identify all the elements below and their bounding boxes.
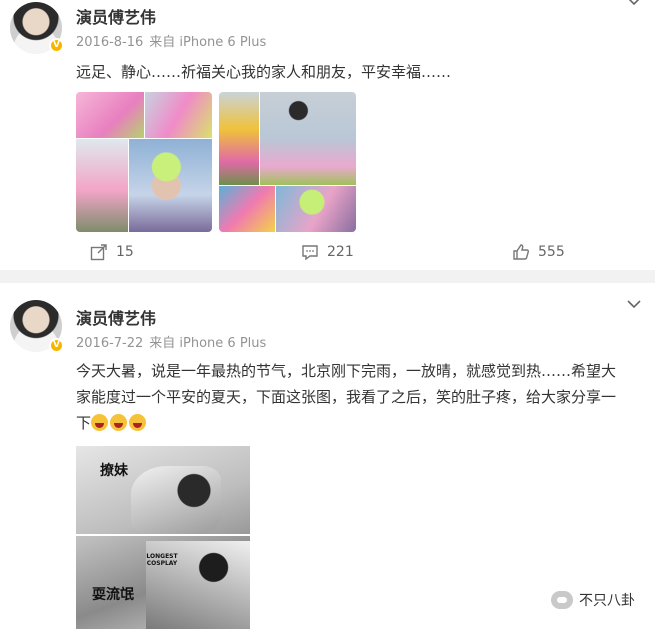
post-text-line: 今天大暑，说是一年最热的节气，北京刚下完雨，一放晴，就感觉到热……希望大: [76, 362, 617, 380]
meme-logo: LONGEST COSPLAY: [146, 553, 178, 567]
post-meta: 2016-7-22 来自 iPhone 6 Plus: [76, 332, 266, 351]
post-date[interactable]: 2016-7-22: [76, 336, 143, 351]
username[interactable]: 演员傅艺伟: [76, 305, 156, 329]
post-text-line: 下: [76, 410, 644, 436]
repost-button[interactable]: 15: [90, 238, 134, 266]
post-date[interactable]: 2016-8-16: [76, 35, 143, 50]
laugh-cry-emoji: [129, 414, 147, 431]
post-image-1[interactable]: [76, 92, 212, 232]
meme-label-top: 撩妹: [100, 463, 128, 479]
post-text-tail: 下: [76, 414, 92, 432]
comment-icon: [302, 245, 318, 261]
repost-icon: [90, 244, 107, 261]
chevron-down-icon[interactable]: [627, 0, 641, 10]
watermark: 不只八卦: [551, 590, 635, 610]
weibo-post: V 演员傅艺伟 2016-7-22 来自 iPhone 6 Plus 今天大暑，说…: [0, 283, 655, 629]
like-icon: [513, 244, 529, 260]
repost-count: 15: [116, 244, 134, 260]
like-count: 555: [538, 244, 565, 260]
post-source: 来自 iPhone 6 Plus: [149, 336, 267, 351]
post-separator: [0, 270, 655, 283]
wechat-icon: [551, 591, 573, 609]
post-image-meme[interactable]: 撩妹 耍流氓 LONGEST COSPLAY: [76, 446, 250, 629]
chevron-down-icon[interactable]: [627, 297, 641, 313]
post-text-line: 家能度过一个平安的夏天，下面这张图，我看了之后，笑的肚子疼，给大家分享一: [76, 388, 617, 406]
comment-button[interactable]: 221: [301, 238, 354, 266]
post-meta: 2016-8-16 来自 iPhone 6 Plus: [76, 31, 266, 50]
post-source: 来自 iPhone 6 Plus: [149, 35, 267, 50]
post-text: 远足、静心……祈福关心我的家人和朋友，平安幸福……: [76, 63, 452, 81]
laugh-cry-emoji: [91, 414, 109, 431]
post-image-2[interactable]: [219, 92, 356, 232]
post-text: 今天大暑，说是一年最热的节气，北京刚下完雨，一放晴，就感觉到热……希望大 家能度…: [76, 358, 644, 436]
verified-badge-icon: V: [49, 338, 64, 353]
meme-label-bottom: 耍流氓: [92, 587, 134, 603]
laugh-cry-emoji: [110, 414, 128, 431]
username[interactable]: 演员傅艺伟: [76, 4, 156, 28]
weibo-post: V 演员傅艺伟 2016-8-16 来自 iPhone 6 Plus 远足、静心……: [0, 0, 655, 270]
verified-badge-icon: V: [49, 38, 64, 53]
like-button[interactable]: 555: [512, 238, 565, 266]
watermark-text: 不只八卦: [579, 593, 635, 609]
comment-count: 221: [327, 244, 354, 260]
